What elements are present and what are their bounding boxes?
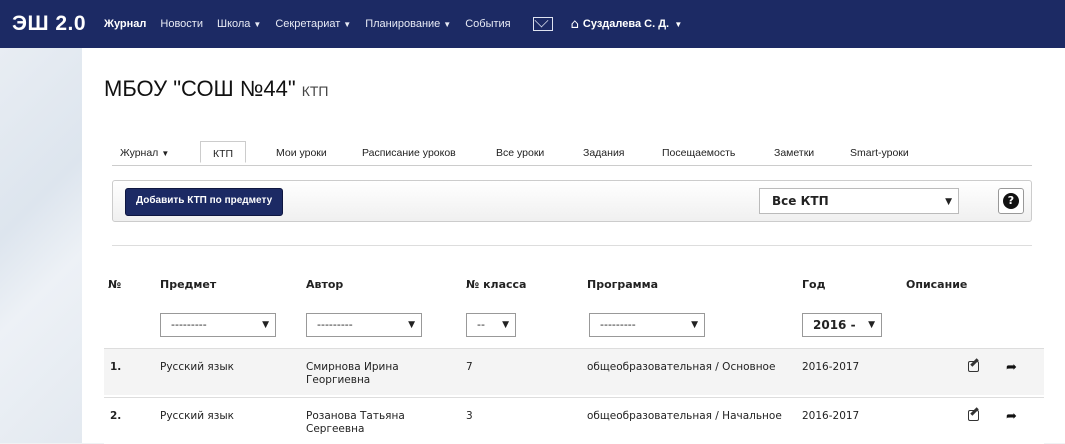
col-header-program: Программа [587, 278, 659, 291]
tab-all-lessons[interactable]: Все уроки [496, 147, 544, 159]
col-header-num: № [108, 278, 122, 291]
envelope-icon[interactable] [532, 17, 553, 31]
row-author: Розанова Татьяна Сергеевна [306, 410, 405, 436]
filter-year-value: 2016 - [813, 318, 856, 332]
caret-down-icon: ▼ [691, 320, 698, 330]
page-title: МБОУ "СОШ №44" КТП [104, 76, 329, 102]
caret-down-icon: ▼ [945, 197, 952, 207]
share-arrow-icon[interactable]: ➦ [1006, 410, 1017, 423]
row-author-line1: Смирнова Ирина [306, 361, 399, 373]
tab-bar: Журнал ▼ КТП Мои уроки Расписание уроков … [112, 141, 1032, 166]
caret-down-icon: ▼ [262, 320, 269, 330]
tab-all-lessons-label: Все уроки [496, 147, 545, 159]
tab-smart-lessons[interactable]: Smart-уроки [850, 147, 909, 159]
row-program: общеобразовательная / Основное [587, 361, 776, 373]
main-panel: МБОУ "СОШ №44" КТП Журнал ▼ КТП Мои уроки … [82, 48, 1065, 444]
ktp-toolbar: Добавить КТП по предмету Все КТП ▼ ? [112, 180, 1032, 222]
caret-down-icon: ▼ [161, 149, 170, 158]
tab-ktp-label: КТП [213, 148, 234, 160]
user-menu[interactable]: Суздалева С. Д. ▼ [583, 18, 682, 30]
row-program: общеобразовательная / Начальное [587, 410, 782, 422]
col-header-subject: Предмет [160, 278, 217, 291]
caret-down-icon: ▼ [408, 320, 415, 330]
question-icon: ? [1003, 193, 1019, 209]
nav-events[interactable]: События [465, 18, 510, 30]
edit-icon[interactable] [968, 410, 979, 421]
nav-school-label: Школа [216, 18, 251, 30]
col-header-description: Описание [906, 278, 968, 291]
page-subtitle: КТП [301, 83, 329, 99]
tab-tasks[interactable]: Задания [583, 147, 625, 159]
filter-class-value: -- [477, 318, 485, 331]
nav-planning[interactable]: Планирование ▼ [365, 18, 451, 30]
share-arrow-icon[interactable]: ➦ [1006, 361, 1017, 374]
filter-program[interactable]: --------- ▼ [589, 313, 705, 337]
caret-down-icon: ▼ [343, 20, 352, 29]
filter-author-value: --------- [317, 318, 353, 331]
tab-tasks-label: Задания [583, 147, 625, 159]
ktp-filter-value: Все КТП [772, 194, 829, 208]
tab-attendance[interactable]: Посещаемость [662, 147, 735, 159]
table-row: 2. Русский язык Розанова Татьяна Сергеевн… [104, 397, 1044, 444]
row-num: 1. [110, 361, 122, 373]
filter-class[interactable]: -- ▼ [466, 313, 516, 337]
brand-logo[interactable]: ЭШ 2.0 [0, 12, 104, 36]
top-navbar: ЭШ 2.0 Журнал Новости Школа ▼ Секретариат… [0, 0, 1065, 48]
row-subject: Русский язык [160, 410, 234, 422]
caret-down-icon: ▼ [443, 20, 452, 29]
col-header-class: № класса [466, 278, 527, 291]
home-icon[interactable]: ⌂ [571, 17, 579, 32]
row-subject: Русский язык [160, 361, 234, 373]
caret-down-icon: ▼ [502, 320, 509, 330]
nav-events-label: События [465, 18, 511, 30]
table-row: 1. Русский язык Смирнова Ирина Георгиевна… [104, 348, 1044, 395]
school-name: МБОУ "СОШ №44" [104, 76, 296, 101]
tab-notes[interactable]: Заметки [774, 147, 814, 159]
tab-my-lessons[interactable]: Мои уроки [276, 147, 327, 159]
row-year: 2016-2017 [802, 410, 860, 422]
nav-school[interactable]: Школа ▼ [217, 18, 261, 30]
divider [112, 245, 1032, 246]
help-button[interactable]: ? [998, 188, 1024, 214]
nav-secretariat-label: Секретариат [275, 18, 341, 30]
row-class: 7 [466, 361, 473, 373]
tab-notes-label: Заметки [774, 147, 815, 159]
nav-journal-label: Журнал [104, 18, 147, 30]
nav-planning-label: Планирование [365, 18, 441, 30]
nav-journal[interactable]: Журнал [104, 18, 146, 30]
caret-down-icon: ▼ [253, 20, 262, 29]
filter-subject-value: --------- [171, 318, 207, 331]
row-year: 2016-2017 [802, 361, 860, 373]
nav-news-label: Новости [160, 18, 203, 30]
ktp-filter-select[interactable]: Все КТП ▼ [759, 188, 959, 214]
row-author-line2: Сергеевна [306, 423, 365, 435]
tab-ktp[interactable]: КТП [200, 141, 247, 163]
add-ktp-button[interactable]: Добавить КТП по предмету [125, 188, 284, 216]
tab-journal[interactable]: Журнал ▼ [120, 147, 169, 159]
filter-year[interactable]: 2016 - ▼ [802, 313, 882, 337]
tab-attendance-label: Посещаемость [662, 147, 736, 159]
left-background [0, 48, 82, 443]
tab-my-lessons-label: Мои уроки [276, 147, 327, 159]
row-author: Смирнова Ирина Георгиевна [306, 361, 399, 387]
edit-icon[interactable] [968, 361, 979, 372]
row-author-line2: Георгиевна [306, 374, 371, 386]
col-header-author: Автор [306, 278, 344, 291]
filter-program-value: --------- [600, 318, 636, 331]
caret-down-icon: ▼ [672, 20, 683, 29]
tab-schedule-label: Расписание уроков [362, 147, 456, 159]
filter-subject[interactable]: --------- ▼ [160, 313, 276, 337]
nav-secretariat[interactable]: Секретариат ▼ [275, 18, 351, 30]
nav-news[interactable]: Новости [160, 18, 203, 30]
tab-journal-label: Журнал [120, 147, 159, 159]
tab-smart-lessons-label: Smart-уроки [850, 147, 909, 159]
col-header-year: Год [802, 278, 826, 291]
tab-schedule[interactable]: Расписание уроков [362, 147, 456, 159]
caret-down-icon: ▼ [868, 320, 875, 330]
row-author-line1: Розанова Татьяна [306, 410, 405, 422]
filter-author[interactable]: --------- ▼ [306, 313, 422, 337]
row-class: 3 [466, 410, 473, 422]
row-num: 2. [110, 410, 122, 422]
user-name: Суздалева С. Д. [582, 18, 670, 30]
